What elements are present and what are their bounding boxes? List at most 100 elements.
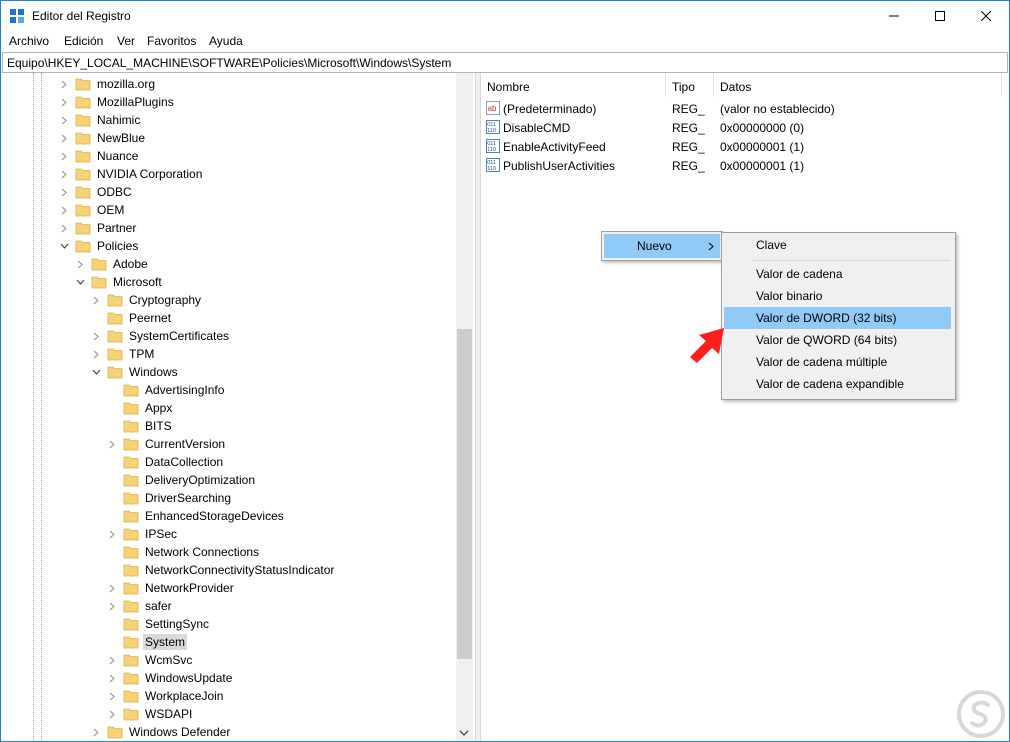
chevron-right-icon[interactable] (107, 583, 117, 593)
tree-item[interactable]: WindowsUpdate (107, 669, 234, 687)
tree-item[interactable]: WorkplaceJoin (107, 687, 225, 705)
chevron-right-icon[interactable] (107, 601, 117, 611)
column-divider[interactable] (713, 73, 714, 97)
tree-item-label: DeliveryOptimization (145, 473, 256, 487)
tree-scrollbar[interactable] (456, 73, 473, 741)
tree-item[interactable]: BITS (107, 417, 174, 435)
chevron-right-icon[interactable] (107, 691, 117, 701)
chevron-right-icon[interactable] (91, 349, 101, 359)
chevron-right-icon[interactable] (91, 295, 101, 305)
chevron-right-icon[interactable] (107, 709, 117, 719)
submenu-item-dword[interactable]: Valor de DWORD (32 bits) (724, 307, 951, 329)
tree-item[interactable]: SettingSync (107, 615, 211, 633)
menu-favoritos[interactable]: Favoritos (147, 34, 196, 48)
tree-item[interactable]: Network Connections (107, 543, 261, 561)
menu-edicion[interactable]: Edición (64, 34, 103, 48)
tree-item[interactable]: DriverSearching (107, 489, 233, 507)
tree-item[interactable]: Windows (91, 363, 180, 381)
tree-item[interactable]: IPSec (107, 525, 179, 543)
tree-item[interactable]: WSDAPI (107, 705, 194, 723)
list-row[interactable]: 011 110 DisableCMD REG_ 0x00000000 (0) (484, 118, 1004, 137)
tree-item[interactable]: Cryptography (91, 291, 203, 309)
chevron-right-icon[interactable] (91, 331, 101, 341)
scrollbar-thumb[interactable] (457, 329, 472, 659)
chevron-right-icon[interactable] (91, 727, 101, 737)
tree-item[interactable]: NetworkConnectivityStatusIndicator (107, 561, 336, 579)
tree-item[interactable]: DataCollection (107, 453, 225, 471)
tree-item[interactable]: NVIDIA Corporation (59, 165, 204, 183)
menu-archivo[interactable]: Archivo (9, 34, 49, 48)
tree-item[interactable]: Partner (59, 219, 138, 237)
close-button[interactable] (963, 1, 1009, 31)
menu-item-nuevo[interactable]: Nuevo (604, 234, 720, 258)
address-path[interactable]: Equipo\HKEY_LOCAL_MACHINE\SOFTWARE\Polic… (7, 56, 451, 70)
chevron-right-icon[interactable] (59, 187, 69, 197)
tree-item[interactable]: safer (107, 597, 174, 615)
column-divider[interactable] (665, 73, 666, 97)
tree-item[interactable]: AdvertisingInfo (107, 381, 226, 399)
column-divider[interactable] (1001, 73, 1002, 97)
menu-ver[interactable]: Ver (117, 34, 135, 48)
tree-item[interactable]: Policies (59, 237, 140, 255)
chevron-right-icon[interactable] (75, 259, 85, 269)
values-list[interactable]: Nombre Tipo Datos ab (Predeterminado) REG_… (480, 73, 1009, 741)
submenu-item-multi-string[interactable]: Valor de cadena múltiple (724, 351, 951, 373)
tree-item[interactable]: Peernet (91, 309, 173, 327)
column-datos[interactable]: Datos (720, 80, 751, 94)
tree-item[interactable]: Appx (107, 399, 174, 417)
chevron-down-icon[interactable] (91, 367, 101, 377)
column-tipo[interactable]: Tipo (672, 80, 695, 94)
submenu-item-expand-string[interactable]: Valor de cadena expandible (724, 373, 951, 395)
chevron-right-icon[interactable] (107, 655, 117, 665)
minimize-button[interactable] (871, 1, 917, 31)
column-nombre[interactable]: Nombre (487, 80, 530, 94)
chevron-right-icon[interactable] (59, 151, 69, 161)
scroll-down-icon[interactable] (459, 729, 469, 737)
chevron-right-icon[interactable] (107, 439, 117, 449)
chevron-right-icon[interactable] (59, 97, 69, 107)
menu-ayuda[interactable]: Ayuda (209, 34, 243, 48)
chevron-right-icon[interactable] (107, 529, 117, 539)
tree-item[interactable]: System (107, 633, 188, 651)
tree-item[interactable]: EnhancedStorageDevices (107, 507, 286, 525)
chevron-right-icon[interactable] (107, 673, 117, 683)
list-row[interactable]: ab (Predeterminado) REG_ (valor no establec… (484, 99, 1004, 118)
tree-item[interactable]: mozilla.org (59, 75, 157, 93)
chevron-down-icon[interactable] (59, 241, 69, 251)
title-bar[interactable]: Editor del Registro (1, 1, 1009, 31)
submenu-item-binary[interactable]: Valor binario (724, 285, 951, 307)
tree-item[interactable]: NewBlue (59, 129, 147, 147)
tree-item[interactable]: SystemCertificates (91, 327, 231, 345)
chevron-right-icon[interactable] (59, 169, 69, 179)
list-row[interactable]: 011 110 EnableActivityFeed REG_ 0x00000001 (… (484, 137, 1004, 156)
tree-item[interactable]: TPM (91, 345, 156, 363)
submenu-item-string[interactable]: Valor de cadena (724, 263, 951, 285)
address-bar[interactable]: Equipo\HKEY_LOCAL_MACHINE\SOFTWARE\Polic… (2, 52, 1008, 73)
tree-item[interactable]: MozillaPlugins (59, 93, 176, 111)
submenu-item-qword[interactable]: Valor de QWORD (64 bits) (724, 329, 951, 351)
chevron-right-icon[interactable] (59, 205, 69, 215)
tree-item[interactable]: CurrentVersion (107, 435, 227, 453)
list-row[interactable]: 011 110 PublishUserActivities REG_ 0x0000000… (484, 156, 1004, 175)
tree-item[interactable]: WcmSvc (107, 651, 194, 669)
chevron-right-icon[interactable] (59, 133, 69, 143)
tree-item[interactable]: Adobe (75, 255, 150, 273)
chevron-down-icon[interactable] (75, 277, 85, 287)
chevron-right-icon[interactable] (59, 223, 69, 233)
folder-icon (123, 383, 139, 397)
tree-item[interactable]: Nahimic (59, 111, 142, 129)
tree-item[interactable]: Microsoft (75, 273, 164, 291)
tree-item[interactable]: DeliveryOptimization (107, 471, 257, 489)
chevron-right-icon[interactable] (59, 79, 69, 89)
tree-item[interactable]: Windows Defender (91, 723, 232, 741)
submenu-item-clave[interactable]: Clave (724, 234, 951, 256)
tree-item[interactable]: Nuance (59, 147, 140, 165)
tree-item[interactable]: OEM (59, 201, 126, 219)
chevron-right-icon[interactable] (59, 115, 69, 125)
tree-item[interactable]: ODBC (59, 183, 134, 201)
tree-item[interactable]: NetworkProvider (107, 579, 236, 597)
key-tree[interactable]: mozilla.org MozillaPlugins Nahimic NewBlue N… (1, 73, 474, 741)
maximize-button[interactable] (917, 1, 963, 31)
list-header: Nombre Tipo Datos (480, 73, 1009, 99)
